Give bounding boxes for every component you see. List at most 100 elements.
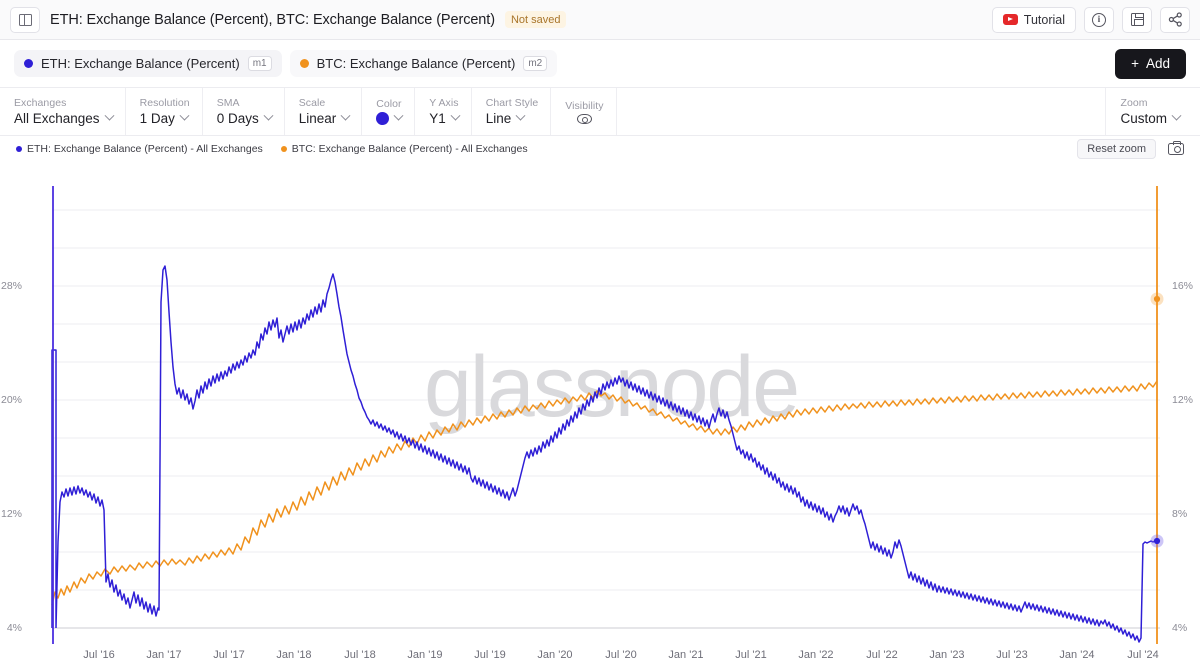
option-caption: Y Axis (429, 97, 459, 109)
metric-chip-eth[interactable]: ETH: Exchange Balance (Percent) m1 (14, 50, 282, 77)
option-zoom[interactable]: Zoom Custom (1105, 88, 1200, 135)
info-icon: i (1092, 13, 1106, 27)
y-left-tick: 12% (1, 508, 22, 520)
info-button[interactable]: i (1084, 7, 1114, 33)
color-swatch-icon (376, 112, 389, 125)
option-exchanges[interactable]: Exchanges All Exchanges (0, 88, 126, 135)
option-sma[interactable]: SMA 0 Days (203, 88, 285, 135)
x-tick: Jan '17 (146, 649, 181, 661)
option-value: Y1 (429, 111, 459, 126)
series-line-eth (52, 266, 1157, 642)
y-right-tick: 4% (1172, 622, 1187, 634)
chart-header-actions: Reset zoom (1077, 139, 1184, 159)
share-icon (1168, 12, 1183, 27)
option-value: Linear (299, 111, 350, 126)
chevron-down-icon (450, 111, 460, 121)
x-tick: Jul '16 (83, 649, 114, 661)
option-caption: SMA (217, 97, 272, 109)
btc-cursor-marker (1154, 296, 1160, 302)
option-value-text: Linear (299, 111, 337, 126)
option-caption: Visibility (565, 100, 603, 112)
chevron-down-icon (516, 111, 526, 121)
x-tick: Jul '24 (1127, 649, 1158, 661)
chart-svg: glassnode 28% 20% 12% 4% 16% 12% 8% 4% (0, 162, 1200, 662)
option-chart-style[interactable]: Chart Style Line (472, 88, 552, 135)
glassnode-chart-app: ETH: Exchange Balance (Percent), BTC: Ex… (0, 0, 1200, 672)
panel-layout-icon (19, 14, 32, 26)
add-metric-button[interactable]: + Add (1115, 49, 1186, 79)
chevron-down-icon (263, 111, 273, 121)
option-caption: Resolution (140, 97, 190, 109)
top-bar: ETH: Exchange Balance (Percent), BTC: Ex… (0, 0, 1200, 40)
panel-toggle-button[interactable] (10, 7, 40, 33)
option-caption: Scale (299, 97, 350, 109)
option-value: 0 Days (217, 111, 272, 126)
metric-tag: m1 (248, 56, 272, 71)
option-visibility[interactable]: Visibility (551, 88, 616, 135)
option-value: Custom (1120, 111, 1180, 126)
option-caption: Color (376, 98, 402, 110)
legend-color-dot (16, 146, 22, 152)
chevron-down-icon (104, 111, 114, 121)
option-value (577, 114, 592, 124)
chevron-down-icon (394, 111, 404, 121)
metric-chip-btc[interactable]: BTC: Exchange Balance (Percent) m2 (290, 50, 558, 77)
x-tick: Jan '21 (668, 649, 703, 661)
reset-zoom-button[interactable]: Reset zoom (1077, 139, 1156, 159)
chart-plot-area[interactable]: glassnode 28% 20% 12% 4% 16% 12% 8% 4% (0, 162, 1200, 662)
x-tick: Jul '17 (213, 649, 244, 661)
chart-legend-item-eth[interactable]: ETH: Exchange Balance (Percent) - All Ex… (16, 143, 263, 155)
chart-legend-item-btc[interactable]: BTC: Exchange Balance (Percent) - All Ex… (281, 143, 528, 155)
y-right-tick: 8% (1172, 508, 1187, 520)
x-tick: Jan '23 (929, 649, 964, 661)
share-button[interactable] (1160, 7, 1190, 33)
watermark-glassnode: glassnode (424, 339, 798, 435)
option-value-text: Line (486, 111, 512, 126)
option-resolution[interactable]: Resolution 1 Day (126, 88, 203, 135)
option-value-text: Y1 (429, 111, 446, 126)
x-tick: Jul '21 (735, 649, 766, 661)
option-y-axis[interactable]: Y Axis Y1 (415, 88, 472, 135)
y-axis-left-labels: 28% 20% 12% 4% (1, 280, 22, 634)
metric-color-dot (24, 59, 33, 68)
tutorial-button[interactable]: Tutorial (992, 7, 1076, 33)
option-value-text: Custom (1120, 111, 1167, 126)
option-value-text: 0 Days (217, 111, 259, 126)
option-caption: Chart Style (486, 97, 539, 109)
save-disk-icon (1131, 13, 1144, 26)
metric-tag: m2 (523, 56, 547, 71)
option-value: All Exchanges (14, 111, 113, 126)
option-value: 1 Day (140, 111, 190, 126)
metric-chip-row: ETH: Exchange Balance (Percent) m1 BTC: … (0, 40, 1200, 88)
option-color[interactable]: Color (362, 88, 415, 135)
x-tick: Jan '20 (537, 649, 572, 661)
chart-header: ETH: Exchange Balance (Percent) - All Ex… (0, 136, 1200, 162)
save-button[interactable] (1122, 7, 1152, 33)
option-scale[interactable]: Scale Linear (285, 88, 363, 135)
x-tick: Jul '20 (605, 649, 636, 661)
x-tick: Jan '22 (798, 649, 833, 661)
x-tick: Jan '19 (407, 649, 442, 661)
eye-icon (577, 114, 592, 124)
camera-icon[interactable] (1168, 143, 1184, 155)
option-value-text: All Exchanges (14, 111, 100, 126)
tutorial-label: Tutorial (1024, 13, 1065, 27)
chevron-down-icon (341, 111, 351, 121)
legend-label: BTC: Exchange Balance (Percent) - All Ex… (292, 143, 528, 155)
x-tick: Jul '19 (474, 649, 505, 661)
eth-cursor-marker (1154, 538, 1160, 544)
top-bar-actions: Tutorial i (992, 7, 1190, 33)
plus-icon: + (1131, 56, 1139, 71)
chevron-down-icon (1172, 111, 1182, 121)
x-tick: Jul '22 (866, 649, 897, 661)
option-value-text: 1 Day (140, 111, 175, 126)
metric-label: ETH: Exchange Balance (Percent) (41, 56, 240, 71)
metric-label: BTC: Exchange Balance (Percent) (317, 56, 516, 71)
option-caption: Exchanges (14, 97, 113, 109)
options-row: Exchanges All Exchanges Resolution 1 Day… (0, 88, 1200, 136)
x-tick: Jul '18 (344, 649, 375, 661)
y-left-tick: 28% (1, 280, 22, 292)
y-axis-right-labels: 16% 12% 8% 4% (1172, 280, 1193, 634)
metric-color-dot (300, 59, 309, 68)
x-axis-labels: Jul '16 Jan '17 Jul '17 Jan '18 Jul '18 … (83, 649, 1158, 661)
